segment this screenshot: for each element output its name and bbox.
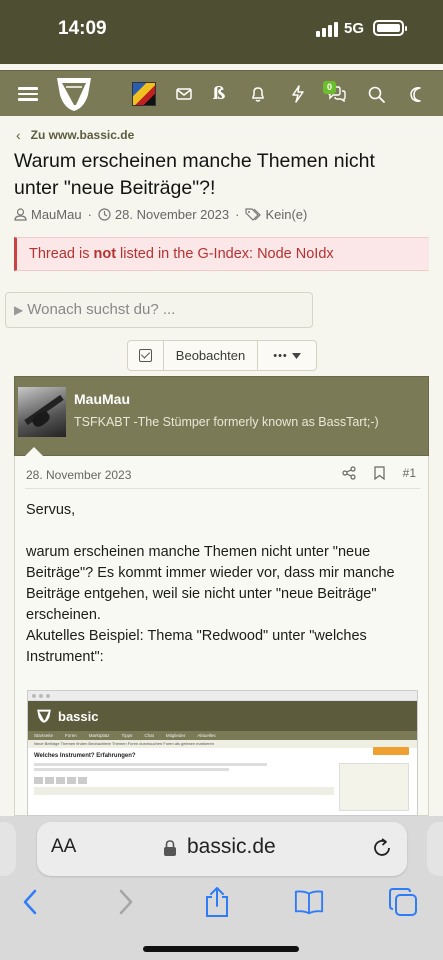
battery-icon [373,20,407,36]
embed-tab: Mitglieder [165,733,186,738]
embed-brand: bassic [58,708,99,724]
bookmark-icon[interactable] [374,466,385,480]
select-checkbox[interactable] [128,341,164,370]
alert-emphasis: not [93,246,117,262]
home-indicator [143,946,299,952]
post-username[interactable]: MauMau [74,391,130,407]
post-user-header: MauMau TSFKABT -The Stümper formerly kno… [14,376,429,456]
embed-tab: Foren [65,733,77,738]
thread-author[interactable]: MauMau [31,207,82,222]
menu-icon[interactable] [15,81,41,107]
caret-down-icon [291,352,301,359]
post-actions: #1 [342,466,416,480]
share-icon[interactable] [202,886,232,918]
status-bar: 14:09 5G [0,0,443,64]
embed-logo-icon [37,709,51,723]
post-message: Servus, warum erscheinen manche Themen n… [26,500,421,668]
forward-icon[interactable] [111,886,141,918]
embed-tab: Aktuelles [197,733,216,738]
embed-site-header: bassic [28,701,417,731]
alert-text-prefix: Thread is [29,246,94,262]
breadcrumb[interactable]: ‹ Zu www.bassic.de [16,127,134,143]
logo-icon[interactable] [54,75,94,113]
page-title: Warum erscheinen manche Themen nicht unt… [14,150,375,199]
mail-icon[interactable] [171,81,197,107]
url-text: bassic.de [187,835,276,858]
post-paragraph: Akutelles Beispiel: Thema "Redwood" unte… [26,628,367,665]
post-caret [25,447,43,456]
embed-title: Welches Instrument? Erfahrungen? [34,753,136,759]
thread-actions: Beobachten ••• [127,340,317,371]
chat-badge: 0 [323,81,336,94]
embed-row [34,787,334,795]
post-avatar[interactable] [18,387,66,437]
thread-date[interactable]: 28. November 2023 [115,207,229,222]
user-icon [14,208,27,221]
moon-icon[interactable] [404,81,430,107]
post-greeting: Servus, [26,502,76,518]
safari-toolbar: AA bassic.de [0,816,443,960]
post-body: 28. November 2023 #1 Servus, warum ersch… [14,456,429,816]
tags-icon [245,208,262,221]
expand-triangle-icon: ▶ [14,303,24,317]
gindex-alert: Thread is not listed in the G-Index: Nod… [14,237,429,271]
text-size-button[interactable]: AA [51,836,76,858]
beta-icon[interactable]: ß [206,81,232,107]
embed-pager [34,777,87,784]
back-icon[interactable] [15,886,45,918]
bell-icon[interactable] [245,81,271,107]
reload-icon[interactable] [371,837,393,859]
embed-subnav: Neue Beiträge Themen finden Beobachtete … [28,740,417,748]
separator: · [87,207,92,222]
embed-tab: Startseite [34,733,54,738]
next-tab-pill[interactable] [427,822,443,876]
bolt-icon[interactable] [285,81,311,107]
attached-screenshot[interactable]: bassic Startseite Foren Marktplatz Tipps… [27,690,418,816]
embed-tab: Tipps [121,733,133,738]
site-navbar: ß 0 [0,70,443,116]
signal-icon [316,22,338,37]
tabs-icon[interactable] [388,886,418,918]
embed-button [373,747,409,755]
divider [25,488,420,489]
alert-text-suffix: listed in the G-Index: Node NoIdx [116,246,334,262]
embed-text-line [34,768,229,771]
bookmarks-icon[interactable] [294,886,324,918]
avatar[interactable] [132,82,156,106]
more-button[interactable]: ••• [258,341,316,370]
chevron-left-icon: ‹ [16,127,21,143]
post-user-title: TSFKABT -The Stümper formerly known as B… [74,415,379,429]
embed-text-line [34,763,268,766]
clock-icon [98,208,111,221]
share-icon[interactable] [342,466,356,480]
network-type: 5G [344,20,365,37]
thread-tags: Kein(e) [265,207,308,222]
previous-tab-pill[interactable] [0,822,16,876]
post-date[interactable]: 28. November 2023 [26,468,131,482]
embed-sidebar [339,763,409,811]
embed-browser-chrome [28,691,417,701]
thread-search-input[interactable]: ▶ Wonach suchst du? ... [5,292,313,328]
address-bar[interactable]: AA bassic.de [37,822,407,876]
embed-tab: Marktplatz [88,733,110,738]
embed-tabs: Startseite Foren Marktplatz Tipps Chat M… [28,731,417,740]
safari-bottom-icons [0,884,443,924]
separator: · [235,207,240,222]
thread-meta: MauMau · 28. November 2023 · Kein(e) [14,207,307,222]
search-icon[interactable] [363,81,389,107]
embed-tab: Chat [144,733,154,738]
breadcrumb-link[interactable]: Zu www.bassic.de [31,128,135,142]
checkbox-icon [139,349,152,362]
lock-icon [164,840,176,856]
status-time: 14:09 [58,18,107,39]
search-placeholder: Wonach suchst du? ... [27,301,176,318]
watch-button[interactable]: Beobachten [164,341,258,370]
post-number[interactable]: #1 [403,466,416,480]
more-dots: ••• [273,349,288,362]
post-paragraph: warum erscheinen manche Themen nicht unt… [26,544,395,623]
